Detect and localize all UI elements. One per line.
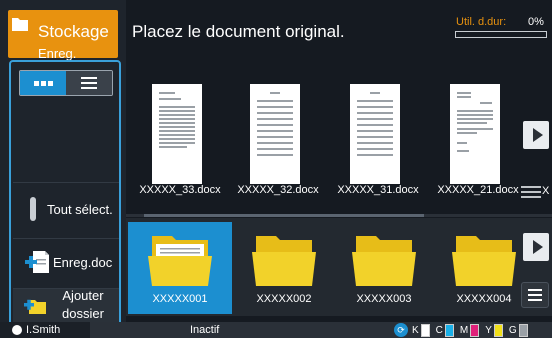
select-all-button[interactable]: Tout sélect. <box>13 182 119 236</box>
ink-level-c: C <box>436 323 454 337</box>
add-folder-button[interactable]: Ajouter dossier <box>13 288 119 326</box>
list-view-icon <box>81 77 97 89</box>
ink-swatch <box>444 323 454 337</box>
ink-level-g: G <box>509 323 528 337</box>
select-all-label: Tout sélect. <box>47 202 113 217</box>
list-view-button[interactable] <box>66 71 112 95</box>
save-document-button[interactable]: Enreg.doc <box>13 238 119 286</box>
user-icon <box>12 325 22 335</box>
document-thumbnail[interactable]: XXXXX_33.docx <box>134 78 230 208</box>
open-folder-icon <box>148 236 212 286</box>
disk-usage-bar <box>455 31 547 38</box>
machine-status: Inactif <box>190 324 220 336</box>
folder-name: XXXXX002 <box>256 293 312 305</box>
document-menu-icon[interactable] <box>521 186 541 198</box>
ink-level-k: K <box>412 323 430 337</box>
next-documents-button[interactable] <box>523 121 549 149</box>
document-page-preview <box>350 84 400 184</box>
next-folders-button[interactable] <box>523 233 549 261</box>
left-action-box: Tout sélect. Enreg.doc Ajouter dossier <box>9 60 121 326</box>
user-button[interactable]: I.Smith <box>0 322 90 338</box>
add-folder-icon <box>24 299 46 314</box>
thumbnail-view-button[interactable] <box>20 71 66 95</box>
left-panel: Stockage Enreg. Tout sélect. Enreg.doc A… <box>0 0 126 326</box>
folder-icon <box>452 236 516 286</box>
disk-usage-label: Util. d.dur: <box>456 16 507 28</box>
select-all-icon <box>30 197 36 221</box>
thumbnail-view-icon <box>33 80 53 86</box>
add-folder-line1: Ajouter <box>62 288 104 303</box>
menu-icon <box>528 289 542 291</box>
folder-icon <box>252 236 316 286</box>
folder-item[interactable]: XXXXX003 <box>332 222 436 314</box>
ink-level-y: Y <box>485 323 503 337</box>
document-scrollbar-thumb[interactable] <box>144 214 424 217</box>
ink-swatch <box>470 323 480 337</box>
folder-name: XXXXX001 <box>152 293 208 305</box>
add-folder-label: Ajouter dossier <box>49 287 117 323</box>
add-document-icon <box>25 251 49 273</box>
disk-usage-percent: 0% <box>528 16 544 28</box>
document-scrollbar[interactable] <box>126 214 552 217</box>
folder-icon <box>12 18 28 31</box>
mode-title: Stockage <box>38 22 109 41</box>
view-toggle[interactable] <box>19 70 113 96</box>
save-document-label: Enreg.doc <box>53 255 113 270</box>
ink-swatch <box>493 323 503 337</box>
mode-subtitle: Enreg. <box>38 46 77 61</box>
mode-tab[interactable]: Stockage Enreg. <box>8 10 118 61</box>
folder-icon <box>352 236 416 286</box>
chevron-right-icon <box>532 128 543 142</box>
user-name: I.Smith <box>26 324 61 336</box>
document-name: XXXXX_32.docx <box>237 184 319 196</box>
document-thumbnail[interactable]: XXXXX_32.docx <box>232 78 328 208</box>
status-bar: I.Smith Inactif ⟳ K C M Y G <box>0 322 552 338</box>
document-name: XXXXX_33.docx <box>139 184 221 196</box>
folder-item[interactable]: XXXXX001 <box>128 222 232 314</box>
ink-swatch <box>518 323 528 337</box>
document-name: XXXXX_31.docx <box>337 184 419 196</box>
ink-levels: ⟳ K C M Y G <box>394 323 534 337</box>
folder-item[interactable]: XXXXX002 <box>232 222 336 314</box>
folder-menu-button[interactable] <box>521 282 549 308</box>
document-thumbnail[interactable]: XXXXX_31.docx <box>332 78 428 208</box>
instruction-text: Placez le document original. <box>132 22 345 41</box>
document-thumbnail[interactable]: XXXXX_21.docx <box>432 78 528 208</box>
ink-swatch <box>420 323 430 337</box>
document-name: XXXXX_21.docx <box>437 184 519 196</box>
document-page-preview <box>250 84 300 184</box>
ink-level-m: M <box>460 323 480 337</box>
document-page-preview <box>450 84 500 184</box>
screen: Stockage Enreg. Tout sélect. Enreg.doc A… <box>0 0 552 338</box>
network-icon: ⟳ <box>394 323 408 337</box>
add-folder-line2: dossier <box>62 306 104 321</box>
document-page-preview <box>152 84 202 184</box>
chevron-right-icon <box>532 240 543 254</box>
folder-name: XXXXX003 <box>356 293 412 305</box>
document-overflow-label: X <box>542 185 550 197</box>
